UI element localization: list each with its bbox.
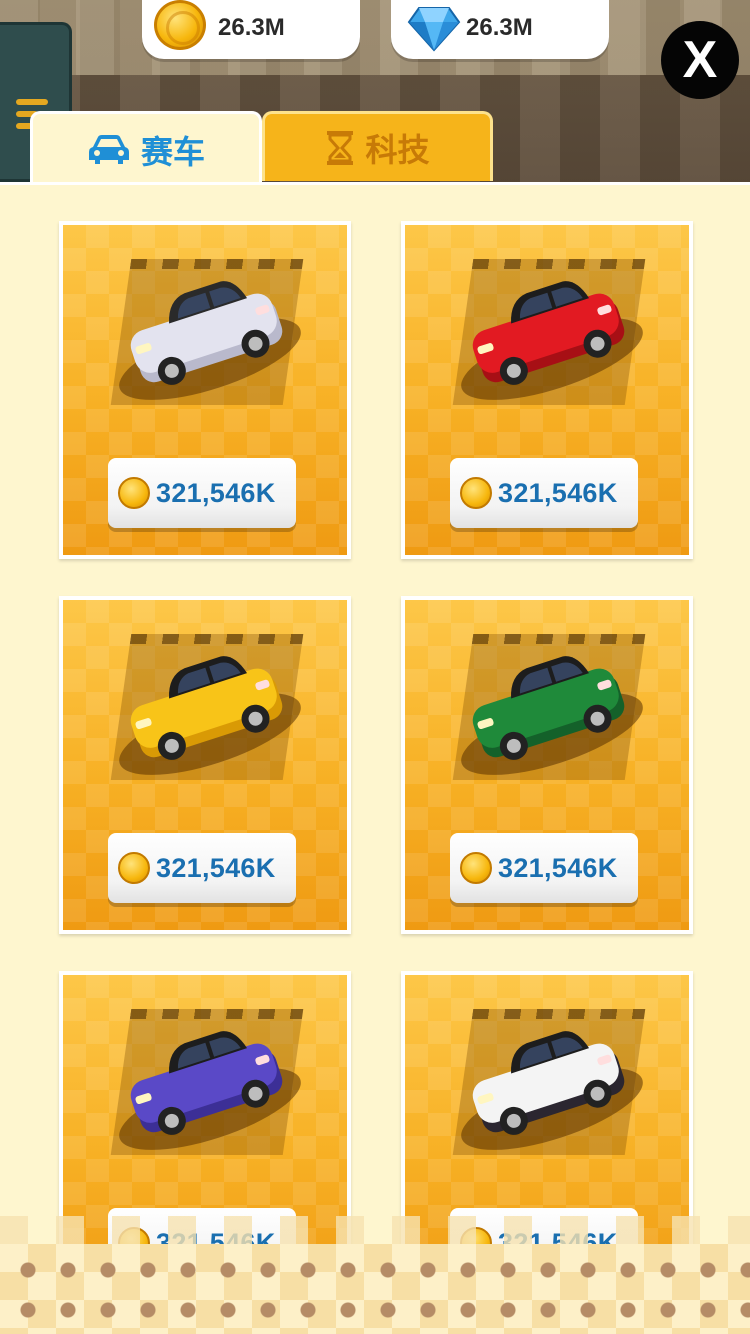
car-card-background: 321,546K (63, 225, 347, 555)
bottom-checker-strip (0, 1216, 750, 1334)
diamond-icon (407, 7, 461, 52)
coin-icon (118, 852, 150, 884)
car-image (130, 1031, 283, 1135)
coin-icon (460, 477, 492, 509)
tab-cars-label: 赛车 (140, 133, 205, 170)
car-card-background: 321,546K (405, 225, 689, 555)
car-icon (88, 134, 129, 164)
car-card[interactable]: 321,546K (401, 596, 693, 934)
car-card-background: 321,546K (405, 600, 689, 930)
car-card-background: 321,546K (63, 600, 347, 930)
car-image (472, 1031, 625, 1135)
car-card[interactable]: 321,546K (401, 221, 693, 559)
buy-car-button[interactable]: 321,546K (108, 458, 296, 528)
car-shop-panel: 321,546K 321,546K 321,546K 321,546K (0, 182, 750, 1334)
car-image (472, 656, 625, 760)
buy-car-button[interactable]: 321,546K (450, 458, 638, 528)
tab-cars[interactable]: 赛车 (30, 111, 262, 185)
buy-car-button[interactable]: 321,546K (108, 833, 296, 903)
coin-balance-value: 26.3M (218, 14, 285, 41)
gem-balance-value: 26.3M (466, 14, 533, 41)
car-price: 321,546K (498, 477, 618, 508)
car-card[interactable]: 321,546K (59, 596, 351, 934)
coin-balance: 26.3M (142, 0, 360, 59)
car-image (130, 656, 283, 760)
tab-tech-label: 科技 (365, 131, 430, 168)
car-price: 321,546K (498, 852, 618, 883)
coin-icon (118, 477, 150, 509)
hourglass-icon (327, 130, 354, 165)
tab-tech[interactable]: 科技 (262, 111, 493, 181)
car-price: 321,546K (156, 477, 276, 508)
car-price: 321,546K (156, 852, 276, 883)
coin-icon (154, 0, 206, 50)
gem-balance: 26.3M (391, 0, 609, 59)
car-image (472, 281, 625, 385)
car-image (130, 281, 283, 385)
buy-car-button[interactable]: 321,546K (450, 833, 638, 903)
coin-icon (460, 852, 492, 884)
car-card[interactable]: 321,546K (59, 221, 351, 559)
close-button[interactable]: X (661, 21, 739, 99)
